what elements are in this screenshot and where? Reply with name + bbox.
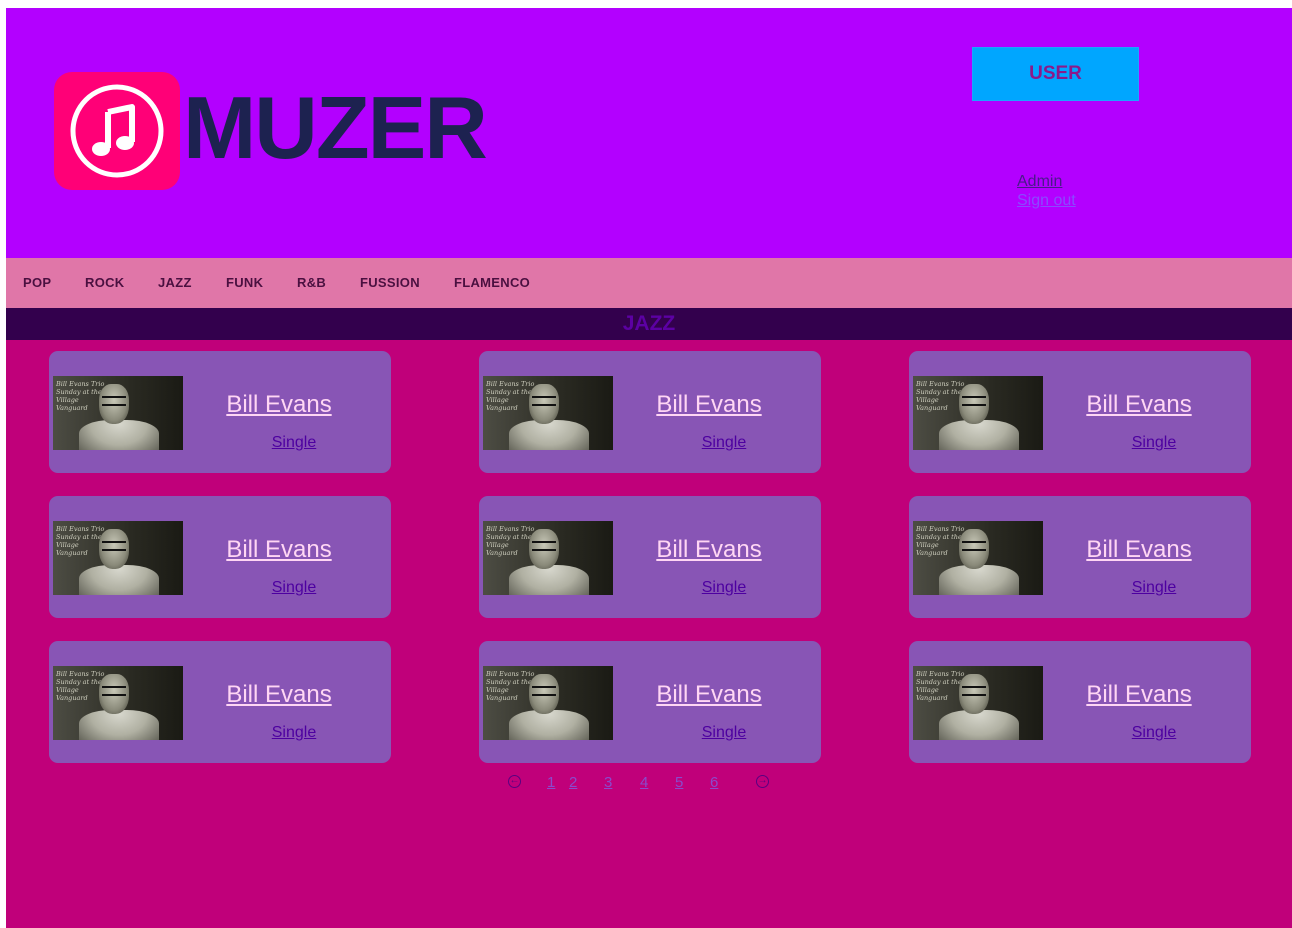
sign-out-link[interactable]: Sign out bbox=[1017, 191, 1076, 210]
album-type-link[interactable]: Single bbox=[49, 724, 391, 742]
nav-item-funk[interactable]: FUNK bbox=[226, 275, 263, 290]
album-title-link[interactable]: Bill Evans bbox=[909, 536, 1251, 564]
page: MUZER USER Admin Sign out POP ROCK JAZZ … bbox=[6, 8, 1292, 928]
album-type-link[interactable]: Single bbox=[909, 724, 1251, 742]
logo-text[interactable]: MUZER bbox=[183, 84, 488, 172]
section-bar: JAZZ bbox=[6, 308, 1292, 340]
album-title-link[interactable]: Bill Evans bbox=[49, 681, 391, 709]
arrow-left-circle-icon[interactable]: ← bbox=[508, 775, 521, 788]
user-button[interactable]: USER bbox=[972, 47, 1139, 101]
page-link-6[interactable]: 6 bbox=[710, 774, 718, 791]
admin-link[interactable]: Admin bbox=[1017, 172, 1076, 191]
nav-item-rock[interactable]: ROCK bbox=[85, 275, 124, 290]
page-link-4[interactable]: 4 bbox=[640, 774, 648, 791]
nav-item-flamenco[interactable]: FLAMENCO bbox=[454, 275, 530, 290]
nav-item-jazz[interactable]: JAZZ bbox=[158, 275, 192, 290]
album-type-link[interactable]: Single bbox=[49, 434, 391, 452]
logo-badge[interactable] bbox=[54, 72, 180, 190]
album-type-link[interactable]: Single bbox=[909, 434, 1251, 452]
page-link-2[interactable]: 2 bbox=[569, 774, 577, 791]
album-card[interactable]: Bill Evans Trio Sunday at the Village Va… bbox=[479, 641, 821, 763]
page-link-5[interactable]: 5 bbox=[675, 774, 683, 791]
album-title-link[interactable]: Bill Evans bbox=[49, 536, 391, 564]
album-type-link[interactable]: Single bbox=[479, 724, 821, 742]
album-title-link[interactable]: Bill Evans bbox=[479, 536, 821, 564]
header: MUZER USER Admin Sign out bbox=[6, 8, 1292, 258]
album-title-link[interactable]: Bill Evans bbox=[479, 391, 821, 419]
album-title-link[interactable]: Bill Evans bbox=[479, 681, 821, 709]
album-card[interactable]: Bill Evans Trio Sunday at the Village Va… bbox=[909, 496, 1251, 618]
album-title-link[interactable]: Bill Evans bbox=[49, 391, 391, 419]
album-type-link[interactable]: Single bbox=[909, 579, 1251, 597]
album-card[interactable]: Bill Evans Trio Sunday at the Village Va… bbox=[909, 641, 1251, 763]
user-links: Admin Sign out bbox=[1017, 172, 1076, 210]
album-card[interactable]: Bill Evans Trio Sunday at the Village Va… bbox=[49, 641, 391, 763]
album-card[interactable]: Bill Evans Trio Sunday at the Village Va… bbox=[909, 351, 1251, 473]
album-type-link[interactable]: Single bbox=[479, 579, 821, 597]
page-link-3[interactable]: 3 bbox=[604, 774, 612, 791]
album-card[interactable]: Bill Evans Trio Sunday at the Village Va… bbox=[49, 496, 391, 618]
album-type-link[interactable]: Single bbox=[49, 579, 391, 597]
nav-item-rnb[interactable]: R&B bbox=[297, 275, 326, 290]
section-title: JAZZ bbox=[622, 312, 676, 335]
arrow-right-circle-icon[interactable]: → bbox=[756, 775, 769, 788]
nav-item-fussion[interactable]: FUSSION bbox=[360, 275, 420, 290]
genre-nav: POP ROCK JAZZ FUNK R&B FUSSION FLAMENCO bbox=[6, 258, 1292, 308]
album-type-link[interactable]: Single bbox=[479, 434, 821, 452]
page-link-1[interactable]: 1 bbox=[547, 774, 555, 791]
album-card[interactable]: Bill Evans Trio Sunday at the Village Va… bbox=[49, 351, 391, 473]
music-note-icon bbox=[70, 84, 164, 178]
album-card[interactable]: Bill Evans Trio Sunday at the Village Va… bbox=[479, 496, 821, 618]
nav-item-pop[interactable]: POP bbox=[23, 275, 51, 290]
album-title-link[interactable]: Bill Evans bbox=[909, 681, 1251, 709]
album-title-link[interactable]: Bill Evans bbox=[909, 391, 1251, 419]
album-card[interactable]: Bill Evans Trio Sunday at the Village Va… bbox=[479, 351, 821, 473]
